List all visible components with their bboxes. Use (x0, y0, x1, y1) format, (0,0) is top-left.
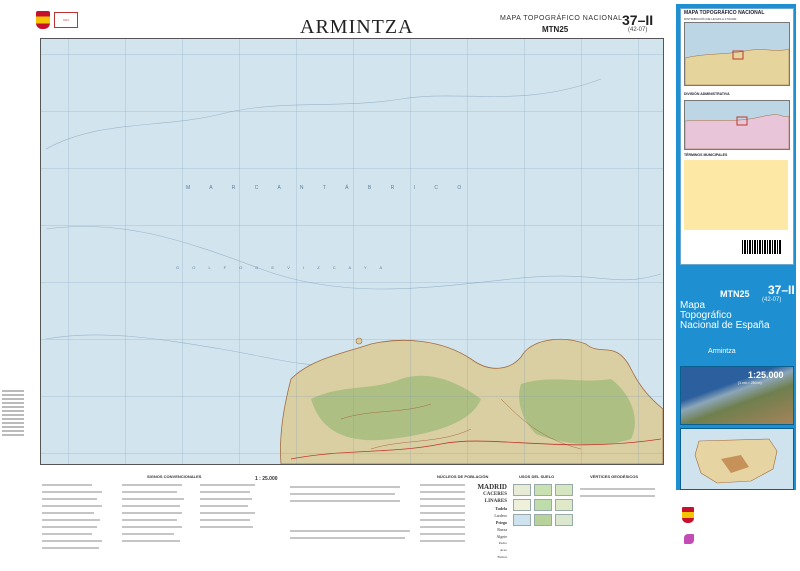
sea-name-label: M A R C A N T Á B R I C O (186, 185, 471, 191)
land-use-swatch (555, 514, 573, 526)
pop-example: Pedro (498, 541, 507, 545)
index-subtitle: DISTRIBUCIÓN DE HOJAS A 1:50.000 (684, 17, 737, 21)
terminos-list (684, 160, 788, 230)
legend-signos-title: SIGNOS CONVENCIONALES (147, 474, 202, 479)
cover-scale: 1:25.000 (748, 370, 784, 380)
division-map-canvas (685, 114, 789, 149)
side-index-strip (2, 388, 32, 468)
pop-example: LINARES (484, 499, 507, 504)
ign-logo-icon (684, 534, 694, 544)
land-use-swatch (555, 484, 573, 496)
division-title: DIVISIÓN ADMINISTRATIVA (684, 92, 730, 96)
sheet-title: ARMINTZA (300, 16, 414, 38)
ministry-logo: IGN (36, 8, 166, 32)
land-use-swatch (534, 484, 552, 496)
pop-example: Areo (500, 548, 507, 552)
topographic-map[interactable]: M A R C A N T Á B R I C O G O L F O D E … (40, 38, 664, 465)
land-use-swatch (513, 514, 531, 526)
legend-nucleos-title: NÚCLEOS DE POBLACIÓN (437, 474, 489, 479)
legend-usos-title: USOS DEL SUELO (519, 474, 555, 479)
pop-example: CACERES (483, 492, 507, 497)
spain-map-canvas (694, 438, 778, 484)
pop-example: Lardero (494, 513, 507, 518)
land-use-swatch (513, 499, 531, 511)
pop-example: Fumos (497, 555, 507, 559)
cover-footer (672, 490, 800, 571)
land-use-swatch (534, 499, 552, 511)
pop-example: Algete (496, 534, 507, 539)
spain-crest-icon (682, 507, 694, 523)
index-map[interactable] (684, 22, 790, 86)
ign-logo-icon: IGN (54, 12, 78, 28)
pop-example: Priego (495, 520, 507, 525)
series-title: MAPA TOPOGRÁFICO NACIONAL (500, 15, 623, 22)
gulf-name-label: G O L F O D E V I Z C A Y A (176, 265, 389, 270)
index-title: MAPA TOPOGRÁFICO NACIONAL (684, 10, 765, 16)
index-map-canvas (685, 48, 789, 85)
land-use-swatches (513, 484, 577, 526)
land-use-swatch (555, 499, 573, 511)
land-use-swatch (513, 484, 531, 496)
legend-vertices-title: VÉRTICES GEODÉSICOS (590, 474, 639, 479)
utm-grid (41, 39, 663, 464)
cover-photo-spain-map (680, 428, 794, 490)
sheet-number: 37–II (622, 12, 654, 28)
pop-example: Baeza (497, 527, 507, 532)
map-canvas (41, 39, 663, 464)
map-scale: 1 : 25.000 (255, 476, 278, 482)
land-use-swatch (534, 514, 552, 526)
series-code: MTN25 (542, 25, 569, 34)
cover-scale-sub: (1 cm = 250 m) (738, 381, 762, 385)
cover-sheet-number: 37–II (768, 283, 795, 297)
cover-place-name: Armintza (708, 348, 736, 355)
pop-example: MADRID (477, 483, 507, 491)
division-map[interactable] (684, 100, 790, 150)
spain-crest-icon (36, 11, 50, 29)
barcode-icon (742, 240, 782, 254)
cover-series-line: Nacional de España (680, 320, 770, 331)
barcode-box (684, 238, 788, 260)
cover-series-name: Mapa Topográfico Nacional de España (680, 301, 770, 331)
pop-example: Tudela (495, 506, 507, 511)
sheet-subnumber: (42-07) (628, 27, 648, 33)
terminos-title: TÉRMINOS MUNICIPALES (684, 153, 728, 157)
cover-series-code: MTN25 (720, 289, 750, 299)
population-examples: MADRID CACERES LINARES Tudela Lardero Pr… (473, 484, 507, 561)
